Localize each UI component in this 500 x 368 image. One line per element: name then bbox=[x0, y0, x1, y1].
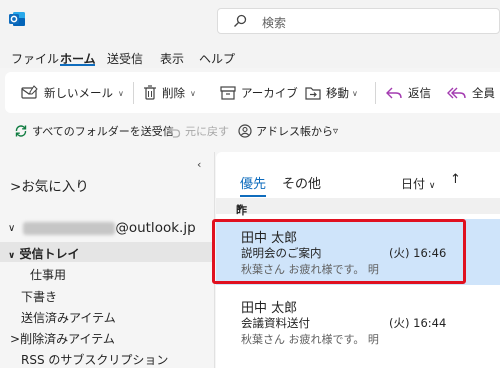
divider bbox=[375, 82, 376, 104]
title-bar: 検索 bbox=[0, 0, 500, 44]
favorites-label: お気に入り bbox=[21, 179, 89, 195]
undo-label: 元に戻す bbox=[185, 125, 229, 138]
chevron-down-icon[interactable]: ∨ bbox=[118, 89, 124, 98]
reply-label: 返信 bbox=[408, 86, 431, 100]
reply-all-label: 全員 bbox=[472, 86, 495, 100]
red-highlight-box bbox=[212, 219, 466, 284]
archive-label: アーカイブ bbox=[241, 86, 298, 100]
move-label: 移動 bbox=[326, 86, 349, 100]
delete-label: 削除 bbox=[162, 86, 185, 100]
favorites-group[interactable]: >お気に入り bbox=[10, 175, 89, 195]
inbox-label: 受信トレイ bbox=[19, 247, 80, 261]
new-mail-label: 新しいメール bbox=[44, 86, 113, 100]
divider bbox=[133, 82, 134, 104]
redacted-username bbox=[23, 221, 116, 235]
chevron-right-icon: > bbox=[10, 332, 21, 346]
sort-label: 日付 bbox=[401, 177, 426, 191]
message-date: (火) 16:44 bbox=[389, 316, 447, 330]
move-to-folder-icon bbox=[305, 87, 321, 100]
sidebar-item-deleted[interactable]: >削除済みアイテム bbox=[10, 330, 115, 347]
archive-button[interactable]: アーカイブ bbox=[220, 84, 298, 102]
toolbar-overflow-icon[interactable]: ▿ bbox=[333, 123, 338, 139]
undo-button[interactable]: 元に戻す bbox=[167, 123, 229, 139]
chevron-down-icon: ∨ bbox=[8, 222, 16, 234]
tab-other[interactable]: その他 bbox=[282, 173, 321, 192]
tab-focused[interactable]: 優先 bbox=[240, 173, 266, 192]
reply-icon bbox=[386, 87, 402, 99]
active-menu-indicator bbox=[60, 64, 95, 66]
active-tab-indicator bbox=[240, 195, 266, 197]
search-box[interactable]: 検索 bbox=[217, 8, 500, 34]
address-book-icon bbox=[238, 124, 252, 138]
chevron-down-icon[interactable]: ∨ bbox=[352, 89, 358, 98]
collapse-pane-icon[interactable]: ‹ bbox=[197, 158, 201, 171]
address-book-button[interactable]: アドレス帳から bbox=[238, 123, 333, 139]
reply-all-button[interactable]: 全員 bbox=[447, 84, 495, 102]
deleted-label: 削除済みアイテム bbox=[20, 332, 115, 346]
trash-icon bbox=[144, 85, 156, 100]
ribbon: 新しいメール ∨ 削除 ∨ アーカイブ 移動 ∨ 返信 全員 bbox=[5, 72, 500, 113]
reply-all-icon bbox=[447, 87, 466, 99]
sync-icon bbox=[15, 125, 27, 137]
move-button[interactable]: 移動 ∨ bbox=[305, 84, 358, 102]
search-icon bbox=[234, 14, 247, 27]
undo-icon bbox=[168, 126, 181, 138]
outlook-app-icon bbox=[9, 12, 25, 26]
address-book-label: アドレス帳から bbox=[256, 125, 333, 138]
message-subject: 会議資料送付 bbox=[241, 316, 310, 330]
account-header[interactable]: ∨ @outlook.jp bbox=[8, 220, 196, 236]
message-item[interactable]: 田中 太郎 会議資料送付 (火) 16:44 秋葉さん お疲れ様です。 明 bbox=[216, 289, 500, 355]
sidebar-item-rss[interactable]: RSS のサブスクリプション bbox=[21, 351, 168, 368]
sidebar-item-inbox[interactable]: ∨ 受信トレイ bbox=[8, 245, 80, 262]
sort-by-date-button[interactable]: 日付 ∨ bbox=[401, 175, 435, 192]
chevron-right-icon: > bbox=[10, 179, 22, 195]
account-domain: @outlook.jp bbox=[115, 220, 196, 236]
group-header-yesterday[interactable]: ∨ 昨日 bbox=[216, 198, 500, 233]
sidebar-item-work[interactable]: 仕事用 bbox=[30, 266, 66, 283]
chevron-down-icon: ∨ bbox=[428, 181, 436, 191]
send-receive-all-button[interactable]: すべてのフォルダーを送受信 bbox=[14, 123, 174, 139]
archive-icon bbox=[220, 86, 236, 100]
delete-button[interactable]: 削除 ∨ bbox=[143, 84, 196, 102]
new-mail-button[interactable]: 新しいメール ∨ bbox=[21, 84, 124, 102]
sidebar-item-drafts[interactable]: 下書き bbox=[21, 288, 57, 305]
chevron-down-icon[interactable]: ∨ bbox=[190, 89, 196, 98]
menu-help[interactable]: ヘルプ bbox=[199, 50, 235, 67]
message-preview: 秋葉さん お疲れ様です。 明 bbox=[241, 333, 379, 346]
search-placeholder: 検索 bbox=[262, 16, 287, 30]
chevron-down-icon: ∨ bbox=[8, 251, 16, 261]
mail-icon bbox=[21, 85, 38, 99]
send-receive-all-label: すべてのフォルダーを送受信 bbox=[32, 125, 174, 138]
sort-direction-arrow-icon[interactable]: ↑ bbox=[450, 172, 461, 187]
sidebar-item-sent[interactable]: 送信済みアイテム bbox=[21, 309, 116, 326]
quick-toolbar: すべてのフォルダーを送受信 元に戻す アドレス帳から ▿ bbox=[0, 113, 500, 148]
menu-view[interactable]: 表示 bbox=[160, 50, 184, 67]
reply-button[interactable]: 返信 bbox=[385, 84, 431, 102]
menu-send-receive[interactable]: 送受信 bbox=[107, 50, 143, 67]
menu-file[interactable]: ファイル bbox=[11, 50, 59, 67]
message-sender: 田中 太郎 bbox=[241, 301, 298, 316]
